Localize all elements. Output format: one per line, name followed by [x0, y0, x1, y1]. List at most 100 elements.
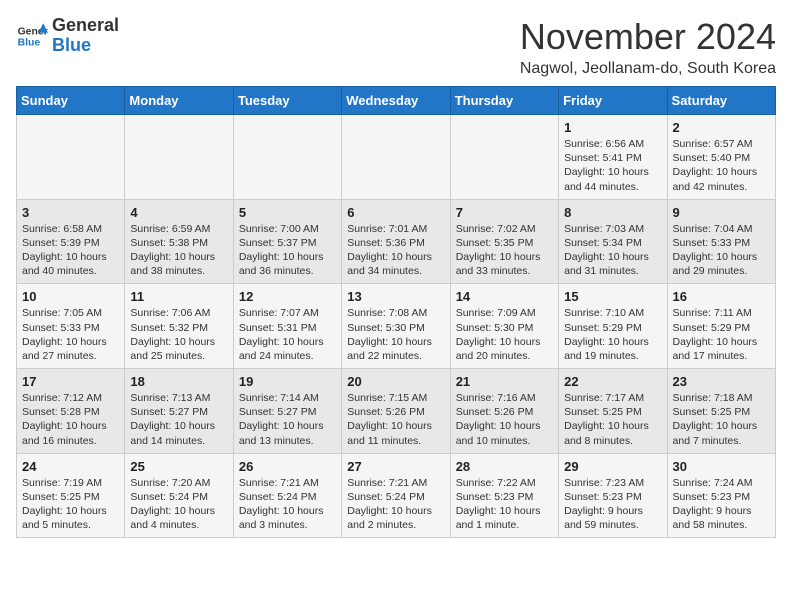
- calendar-cell: 15 Sunrise: 7:10 AM Sunset: 5:29 PM Dayli…: [559, 284, 667, 369]
- calendar-cell: 17 Sunrise: 7:12 AM Sunset: 5:28 PM Dayli…: [17, 369, 125, 454]
- day-info: Sunrise: 7:09 AM Sunset: 5:30 PM Dayligh…: [456, 306, 553, 363]
- day-number: 8: [564, 205, 661, 220]
- col-tuesday: Tuesday: [233, 87, 341, 115]
- calendar-cell: 4Sunrise: 6:59 AM Sunset: 5:38 PM Daylig…: [125, 199, 233, 284]
- week-row-1: 1 Sunrise: 6:56 AM Sunset: 5:41 PM Daylig…: [17, 115, 776, 200]
- day-info: Sunrise: 7:07 AM Sunset: 5:31 PM Dayligh…: [239, 306, 336, 363]
- calendar-cell: 5 Sunrise: 7:00 AM Sunset: 5:37 PM Daylig…: [233, 199, 341, 284]
- calendar-cell: 25 Sunrise: 7:20 AM Sunset: 5:24 PM Dayli…: [125, 453, 233, 538]
- day-info: Sunrise: 7:11 AM Sunset: 5:29 PM Dayligh…: [673, 306, 770, 363]
- col-wednesday: Wednesday: [342, 87, 450, 115]
- day-info: Sunrise: 7:21 AM Sunset: 5:24 PM Dayligh…: [239, 476, 336, 533]
- week-row-4: 17 Sunrise: 7:12 AM Sunset: 5:28 PM Dayli…: [17, 369, 776, 454]
- day-number: 28: [456, 459, 553, 474]
- month-title: November 2024: [520, 16, 776, 58]
- day-number: 2: [673, 120, 770, 135]
- day-info: Sunrise: 7:17 AM Sunset: 5:25 PM Dayligh…: [564, 391, 661, 448]
- week-row-5: 24 Sunrise: 7:19 AM Sunset: 5:25 PM Dayli…: [17, 453, 776, 538]
- weekday-row: Sunday Monday Tuesday Wednesday Thursday…: [17, 87, 776, 115]
- day-number: 24: [22, 459, 119, 474]
- calendar-cell: 28 Sunrise: 7:22 AM Sunset: 5:23 PM Dayli…: [450, 453, 558, 538]
- calendar-cell: 30Sunrise: 7:24 AM Sunset: 5:23 PM Dayli…: [667, 453, 775, 538]
- calendar-cell: 9Sunrise: 7:04 AM Sunset: 5:33 PM Daylig…: [667, 199, 775, 284]
- day-number: 22: [564, 374, 661, 389]
- col-thursday: Thursday: [450, 87, 558, 115]
- calendar-cell: [125, 115, 233, 200]
- calendar-cell: [17, 115, 125, 200]
- logo-blue-text: Blue: [52, 35, 91, 55]
- day-number: 13: [347, 289, 444, 304]
- day-info: Sunrise: 7:21 AM Sunset: 5:24 PM Dayligh…: [347, 476, 444, 533]
- col-saturday: Saturday: [667, 87, 775, 115]
- day-number: 23: [673, 374, 770, 389]
- calendar-cell: 10 Sunrise: 7:05 AM Sunset: 5:33 PM Dayli…: [17, 284, 125, 369]
- calendar-cell: 16 Sunrise: 7:11 AM Sunset: 5:29 PM Dayli…: [667, 284, 775, 369]
- day-number: 29: [564, 459, 661, 474]
- col-monday: Monday: [125, 87, 233, 115]
- day-info: Sunrise: 6:57 AM Sunset: 5:40 PM Dayligh…: [673, 137, 770, 194]
- day-number: 18: [130, 374, 227, 389]
- day-info: Sunrise: 7:23 AM Sunset: 5:23 PM Dayligh…: [564, 476, 661, 533]
- calendar-cell: 7 Sunrise: 7:02 AM Sunset: 5:35 PM Daylig…: [450, 199, 558, 284]
- day-info: Sunrise: 7:15 AM Sunset: 5:26 PM Dayligh…: [347, 391, 444, 448]
- calendar-header: Sunday Monday Tuesday Wednesday Thursday…: [17, 87, 776, 115]
- day-number: 27: [347, 459, 444, 474]
- page-header: General Blue General Blue November 2024 …: [16, 16, 776, 78]
- calendar-cell: 14Sunrise: 7:09 AM Sunset: 5:30 PM Dayli…: [450, 284, 558, 369]
- day-number: 3: [22, 205, 119, 220]
- day-info: Sunrise: 7:10 AM Sunset: 5:29 PM Dayligh…: [564, 306, 661, 363]
- day-info: Sunrise: 7:05 AM Sunset: 5:33 PM Dayligh…: [22, 306, 119, 363]
- day-info: Sunrise: 7:06 AM Sunset: 5:32 PM Dayligh…: [130, 306, 227, 363]
- day-info: Sunrise: 7:19 AM Sunset: 5:25 PM Dayligh…: [22, 476, 119, 533]
- calendar-cell: 18Sunrise: 7:13 AM Sunset: 5:27 PM Dayli…: [125, 369, 233, 454]
- day-info: Sunrise: 7:01 AM Sunset: 5:36 PM Dayligh…: [347, 222, 444, 279]
- day-info: Sunrise: 7:08 AM Sunset: 5:30 PM Dayligh…: [347, 306, 444, 363]
- day-info: Sunrise: 7:02 AM Sunset: 5:35 PM Dayligh…: [456, 222, 553, 279]
- day-number: 11: [130, 289, 227, 304]
- day-number: 16: [673, 289, 770, 304]
- calendar-cell: [342, 115, 450, 200]
- calendar-body: 1 Sunrise: 6:56 AM Sunset: 5:41 PM Daylig…: [17, 115, 776, 538]
- day-number: 12: [239, 289, 336, 304]
- day-number: 5: [239, 205, 336, 220]
- day-number: 15: [564, 289, 661, 304]
- week-row-2: 3 Sunrise: 6:58 AM Sunset: 5:39 PM Daylig…: [17, 199, 776, 284]
- day-info: Sunrise: 6:59 AM Sunset: 5:38 PM Dayligh…: [130, 222, 227, 279]
- calendar-cell: 19 Sunrise: 7:14 AM Sunset: 5:27 PM Dayli…: [233, 369, 341, 454]
- day-number: 26: [239, 459, 336, 474]
- calendar-cell: 8Sunrise: 7:03 AM Sunset: 5:34 PM Daylig…: [559, 199, 667, 284]
- calendar-cell: 20Sunrise: 7:15 AM Sunset: 5:26 PM Dayli…: [342, 369, 450, 454]
- calendar-cell: 6Sunrise: 7:01 AM Sunset: 5:36 PM Daylig…: [342, 199, 450, 284]
- calendar-cell: 2 Sunrise: 6:57 AM Sunset: 5:40 PM Daylig…: [667, 115, 775, 200]
- day-number: 25: [130, 459, 227, 474]
- col-friday: Friday: [559, 87, 667, 115]
- logo: General Blue General Blue: [16, 16, 119, 56]
- calendar-cell: 29 Sunrise: 7:23 AM Sunset: 5:23 PM Dayli…: [559, 453, 667, 538]
- day-number: 17: [22, 374, 119, 389]
- col-sunday: Sunday: [17, 87, 125, 115]
- day-info: Sunrise: 7:04 AM Sunset: 5:33 PM Dayligh…: [673, 222, 770, 279]
- day-info: Sunrise: 6:56 AM Sunset: 5:41 PM Dayligh…: [564, 137, 661, 194]
- day-number: 19: [239, 374, 336, 389]
- day-info: Sunrise: 7:20 AM Sunset: 5:24 PM Dayligh…: [130, 476, 227, 533]
- day-number: 7: [456, 205, 553, 220]
- day-info: Sunrise: 7:00 AM Sunset: 5:37 PM Dayligh…: [239, 222, 336, 279]
- day-info: Sunrise: 7:14 AM Sunset: 5:27 PM Dayligh…: [239, 391, 336, 448]
- day-info: Sunrise: 6:58 AM Sunset: 5:39 PM Dayligh…: [22, 222, 119, 279]
- day-number: 21: [456, 374, 553, 389]
- svg-text:Blue: Blue: [18, 37, 41, 48]
- calendar-cell: 21Sunrise: 7:16 AM Sunset: 5:26 PM Dayli…: [450, 369, 558, 454]
- day-info: Sunrise: 7:22 AM Sunset: 5:23 PM Dayligh…: [456, 476, 553, 533]
- day-number: 10: [22, 289, 119, 304]
- calendar-cell: 26 Sunrise: 7:21 AM Sunset: 5:24 PM Dayli…: [233, 453, 341, 538]
- day-number: 30: [673, 459, 770, 474]
- title-area: November 2024 Nagwol, Jeollanam-do, Sout…: [520, 16, 776, 78]
- calendar-cell: 22 Sunrise: 7:17 AM Sunset: 5:25 PM Dayli…: [559, 369, 667, 454]
- calendar-cell: 13 Sunrise: 7:08 AM Sunset: 5:30 PM Dayli…: [342, 284, 450, 369]
- day-info: Sunrise: 7:12 AM Sunset: 5:28 PM Dayligh…: [22, 391, 119, 448]
- logo-icon: General Blue: [16, 20, 48, 52]
- calendar-table: Sunday Monday Tuesday Wednesday Thursday…: [16, 86, 776, 538]
- calendar-cell: 11 Sunrise: 7:06 AM Sunset: 5:32 PM Dayli…: [125, 284, 233, 369]
- calendar-cell: [233, 115, 341, 200]
- day-number: 1: [564, 120, 661, 135]
